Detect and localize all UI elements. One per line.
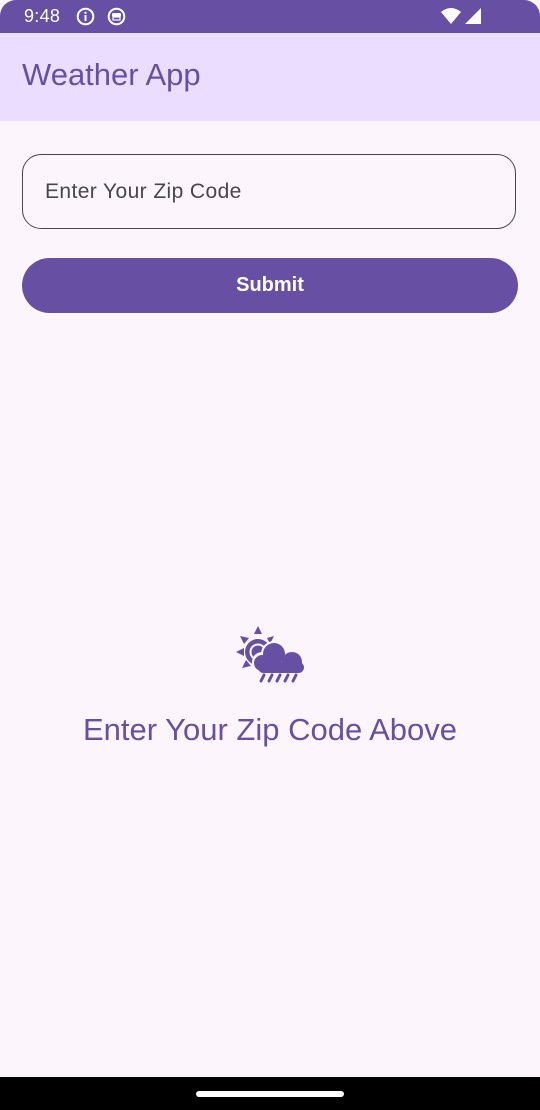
- navigation-bar: [0, 1077, 540, 1110]
- app-title: Weather App: [22, 57, 201, 92]
- weather-app-screen: 9:48 Weather App Enter Your Zip Code Sub…: [0, 0, 540, 1110]
- app-bar: Weather App: [0, 33, 540, 121]
- empty-state-message: Enter Your Zip Code Above: [83, 712, 457, 747]
- home-indicator[interactable]: [196, 1091, 344, 1097]
- zip-code-field[interactable]: [22, 154, 516, 229]
- cellular-signal-icon: [464, 7, 482, 26]
- status-time: 9:48: [24, 6, 61, 26]
- submit-button[interactable]: Submit: [22, 258, 518, 313]
- info-icon: [76, 7, 95, 26]
- app-notification-icon: [107, 7, 126, 26]
- zip-code-input[interactable]: [23, 155, 515, 228]
- status-bar: 9:48: [0, 0, 540, 33]
- weather-rain-sun-icon: [234, 624, 306, 684]
- wifi-icon: [440, 7, 462, 26]
